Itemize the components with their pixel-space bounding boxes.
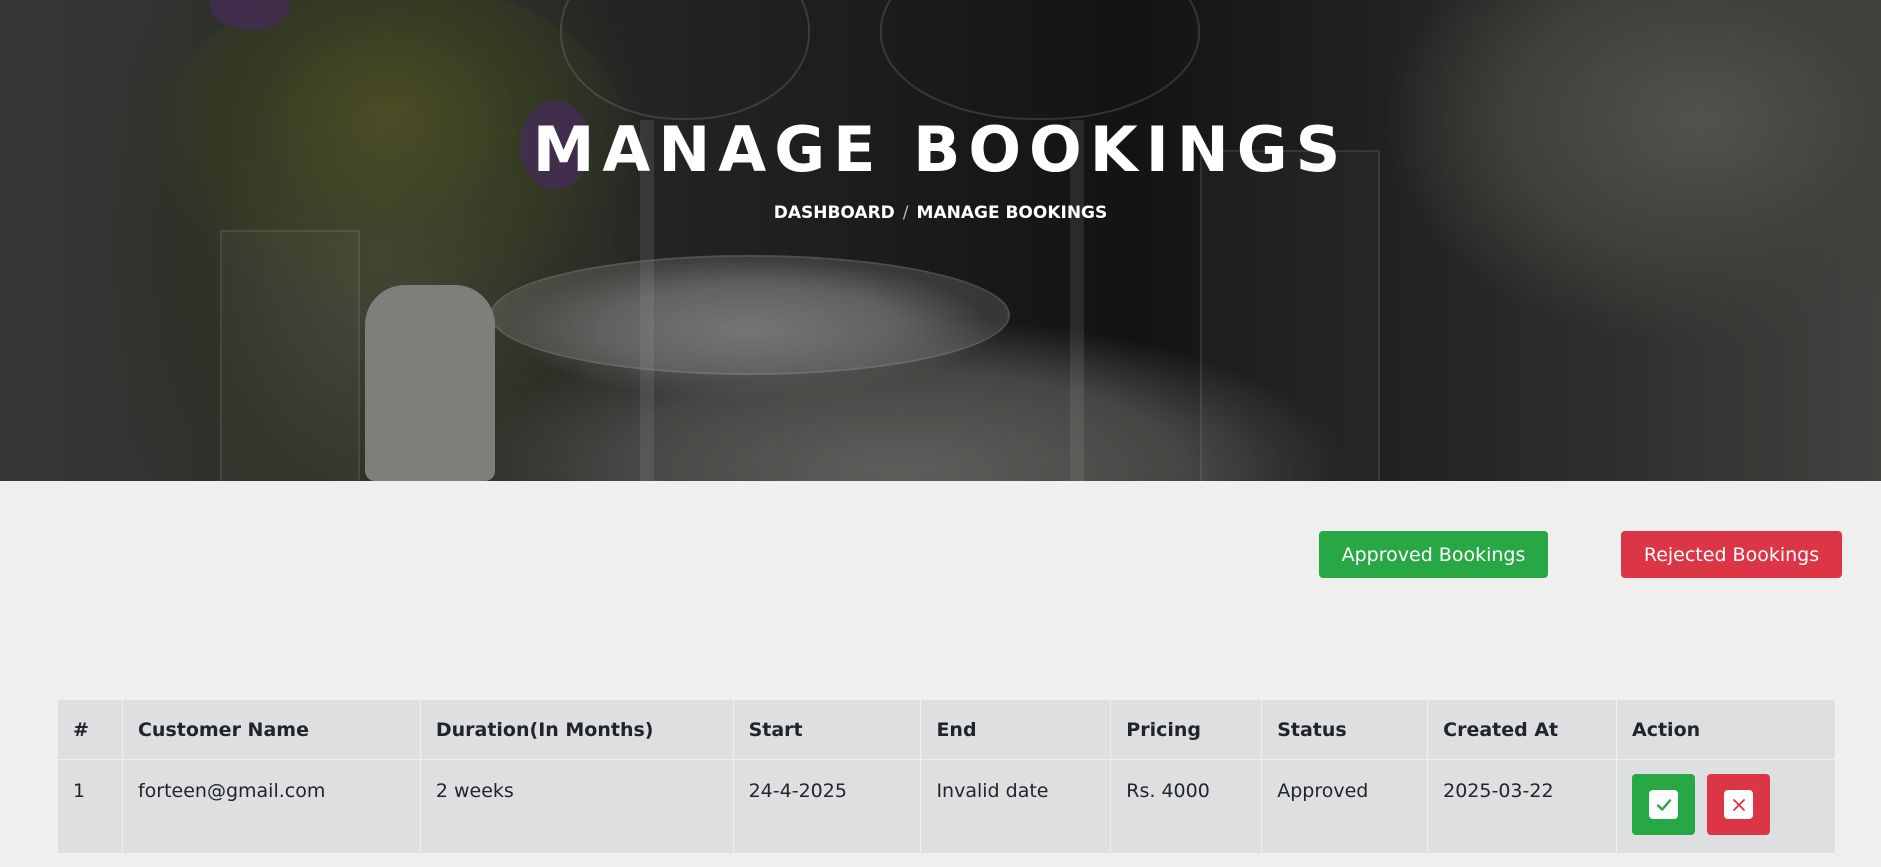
rejected-bookings-button[interactable]: Rejected Bookings: [1621, 531, 1842, 578]
cell-action: [1616, 759, 1836, 854]
cell-pricing: Rs. 4000: [1110, 759, 1263, 854]
row-actions: [1632, 774, 1820, 835]
cell-customer-name: forteen@gmail.com: [121, 759, 421, 854]
column-header-created-at: Created At: [1427, 699, 1617, 760]
column-header-action: Action: [1616, 699, 1836, 760]
cell-created-at: 2025-03-22: [1427, 759, 1617, 854]
column-header-start: Start: [732, 699, 922, 760]
close-icon: [1724, 790, 1753, 819]
check-icon: [1649, 790, 1678, 819]
cell-end: Invalid date: [920, 759, 1112, 854]
reject-button[interactable]: [1707, 774, 1770, 835]
main-content: Approved Bookings Rejected Bookings # Cu…: [0, 481, 1881, 867]
breadcrumb-dashboard-link[interactable]: DASHBOARD: [774, 203, 895, 223]
table-row: 1 forteen@gmail.com 2 weeks 24-4-2025 In…: [57, 759, 1836, 854]
column-header-pricing: Pricing: [1110, 699, 1263, 760]
bookings-table: # Customer Name Duration(In Months) Star…: [57, 699, 1836, 854]
breadcrumb: DASHBOARD / MANAGE BOOKINGS: [0, 203, 1881, 223]
breadcrumb-separator: /: [902, 203, 909, 223]
column-header-customer-name: Customer Name: [121, 699, 421, 760]
approved-bookings-button[interactable]: Approved Bookings: [1319, 531, 1548, 578]
hero-banner: MANAGE BOOKINGS DASHBOARD / MANAGE BOOKING…: [0, 0, 1881, 481]
column-header-index: #: [57, 699, 123, 760]
column-header-duration: Duration(In Months): [419, 699, 734, 760]
column-header-status: Status: [1261, 699, 1429, 760]
cell-index: 1: [57, 759, 123, 854]
breadcrumb-current: MANAGE BOOKINGS: [916, 203, 1108, 223]
hero-overlay: [0, 0, 1881, 481]
column-header-end: End: [920, 699, 1112, 760]
cell-duration: 2 weeks: [419, 759, 734, 854]
cell-start: 24-4-2025: [732, 759, 922, 854]
approve-button[interactable]: [1632, 774, 1695, 835]
table-header-row: # Customer Name Duration(In Months) Star…: [57, 699, 1836, 760]
cell-status: Approved: [1261, 759, 1429, 854]
page-title: MANAGE BOOKINGS: [532, 113, 1349, 186]
